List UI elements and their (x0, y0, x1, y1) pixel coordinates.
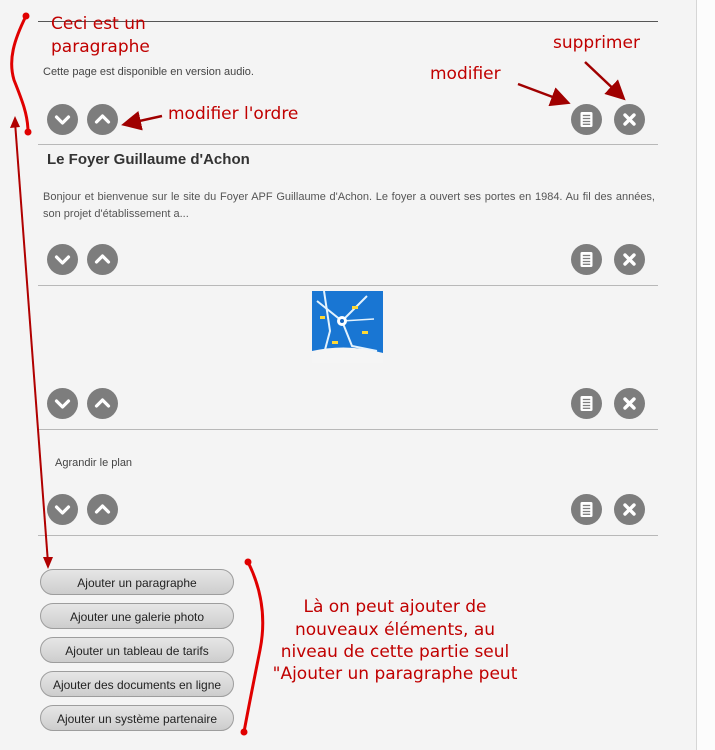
move-up-button[interactable] (87, 244, 118, 275)
paragraph-text: Agrandir le plan (55, 457, 133, 469)
list-edit-icon (580, 112, 593, 127)
edit-button[interactable] (571, 388, 602, 419)
right-scroll-strip (696, 0, 715, 750)
separator (38, 285, 658, 286)
paragraph-text: Cette page est disponible en version aud… (43, 66, 254, 78)
chevron-up-icon (94, 254, 111, 264)
add-photo-gallery-button[interactable]: Ajouter une galerie photo (40, 603, 234, 629)
chevron-down-icon (54, 505, 71, 515)
edit-button[interactable] (571, 104, 602, 135)
move-up-button[interactable] (87, 494, 118, 525)
move-down-button[interactable] (47, 494, 78, 525)
list-edit-icon (580, 252, 593, 267)
separator (38, 144, 658, 145)
paragraph-title: Le Foyer Guillaume d'Achon (47, 151, 250, 168)
chevron-up-icon (94, 114, 111, 124)
list-edit-icon (580, 396, 593, 411)
delete-button[interactable] (614, 104, 645, 135)
annotation-edit: modifier (430, 64, 501, 84)
add-online-documents-button[interactable]: Ajouter des documents en ligne (40, 671, 234, 697)
plan-thumbnail-image[interactable] (312, 290, 383, 363)
annotation-paragraph: Ceci est un (51, 14, 146, 34)
chevron-up-icon (94, 504, 111, 514)
separator (38, 429, 658, 430)
chevron-down-icon (54, 255, 71, 265)
add-price-table-button[interactable]: Ajouter un tableau de tarifs (40, 637, 234, 663)
annotation-add: Là on peut ajouter de (303, 597, 487, 617)
annotation-delete: supprimer (553, 33, 640, 53)
separator (38, 535, 658, 536)
close-icon (623, 397, 636, 410)
move-down-button[interactable] (47, 104, 78, 135)
annotation-paragraph: paragraphe (51, 37, 150, 57)
add-paragraph-button[interactable]: Ajouter un paragraphe (40, 569, 234, 595)
annotation-reorder: modifier l'ordre (168, 104, 299, 124)
chevron-down-icon (54, 115, 71, 125)
close-icon (623, 113, 636, 126)
move-up-button[interactable] (87, 388, 118, 419)
list-edit-icon (580, 502, 593, 517)
chevron-up-icon (94, 398, 111, 408)
paragraph-text: Bonjour et bienvenue sur le site du Foye… (43, 191, 655, 220)
delete-button[interactable] (614, 244, 645, 275)
move-down-button[interactable] (47, 388, 78, 419)
move-down-button[interactable] (47, 244, 78, 275)
edit-button[interactable] (571, 244, 602, 275)
edit-button[interactable] (571, 494, 602, 525)
close-icon (623, 503, 636, 516)
close-icon (623, 253, 636, 266)
delete-button[interactable] (614, 494, 645, 525)
add-partner-system-button[interactable]: Ajouter un système partenaire (40, 705, 234, 731)
annotation-add: nouveaux éléments, au (294, 620, 496, 640)
move-up-button[interactable] (87, 104, 118, 135)
chevron-down-icon (54, 399, 71, 409)
delete-button[interactable] (614, 388, 645, 419)
annotation-add: "Ajouter un paragraphe peut (272, 664, 518, 684)
annotation-add: niveau de cette partie seul (280, 642, 510, 662)
